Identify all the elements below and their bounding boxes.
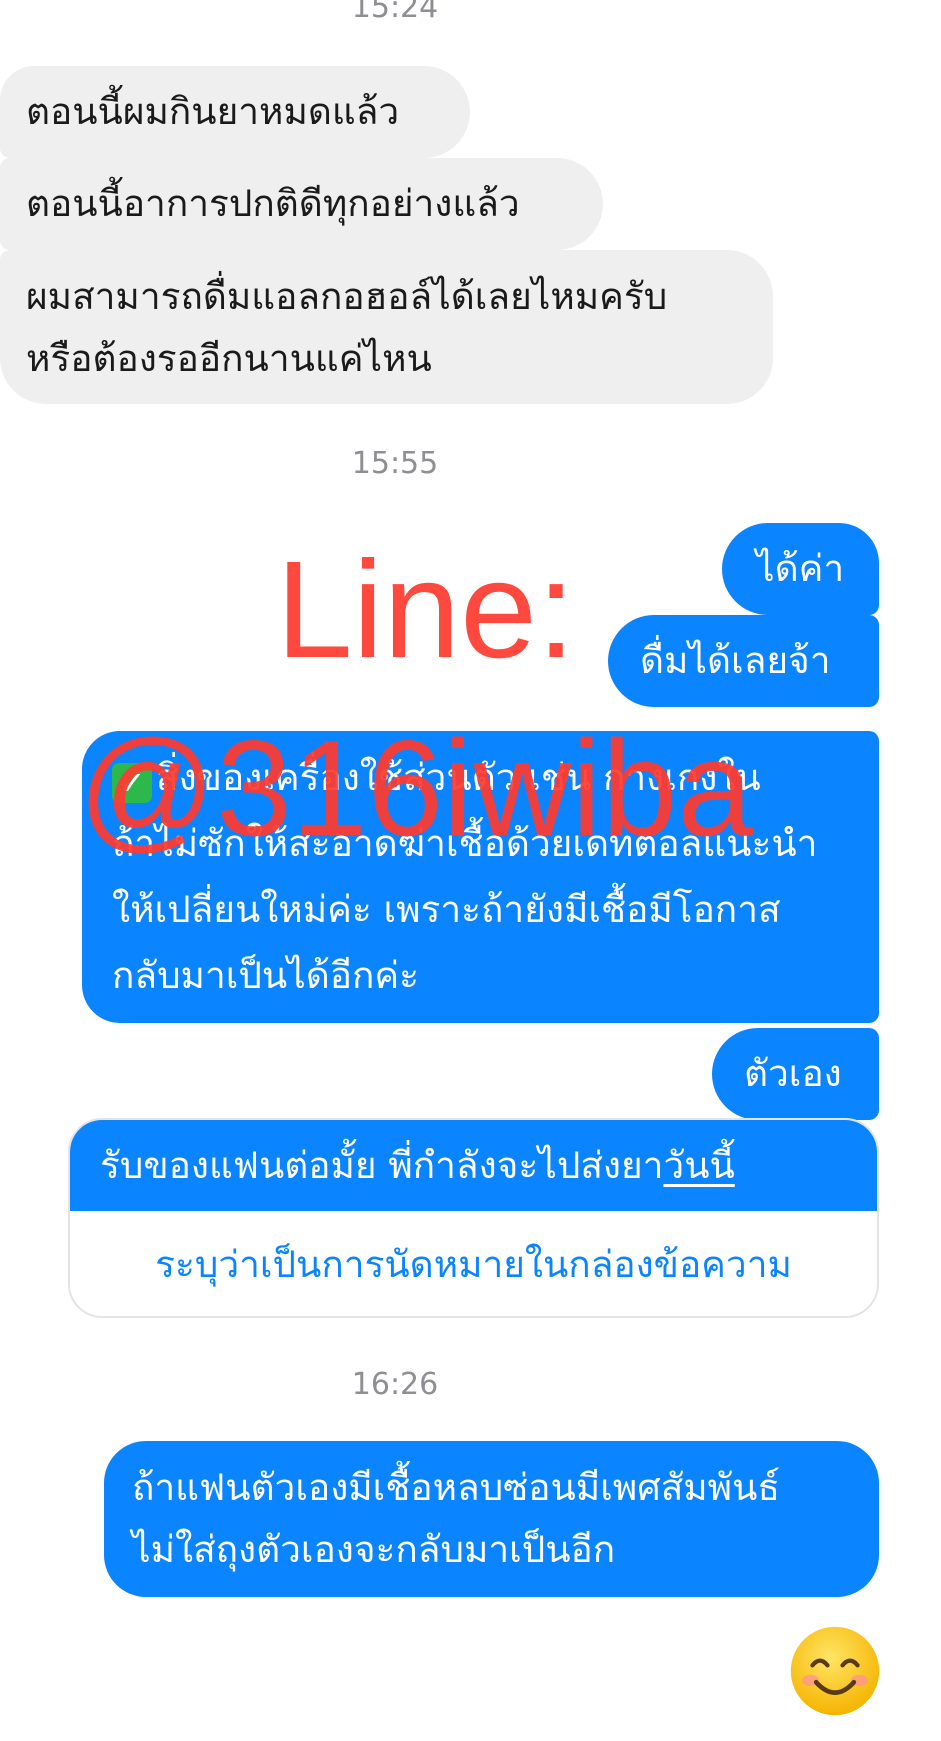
message-text: ตอนนี้ผมกินยาหมดแล้ว <box>26 90 400 133</box>
message-text: ดื่มได้เลยจ้า <box>640 639 831 682</box>
check-mark-icon: ✓ <box>112 763 152 803</box>
message-text: กลับมาเป็นได้อีกค่ะ <box>112 954 420 997</box>
message-text: ตัวเอง <box>744 1052 842 1095</box>
appointment-message-text: รับของแฟนต่อมั้ย พี่กำลังจะไปส่งยาวันนี้ <box>70 1120 877 1211</box>
outgoing-message[interactable]: ✓ สิ่งของเครื่องใช้ส่วนตัว เช่น กางเกงใน … <box>82 731 879 1023</box>
timestamp: 16:26 <box>351 1367 439 1402</box>
outgoing-message[interactable]: ดื่มได้เลยจ้า <box>608 615 879 707</box>
watermark-line-label: Line: <box>276 533 576 687</box>
smiling-face-emoji-icon[interactable] <box>788 1624 882 1718</box>
message-text: ได้ค่า <box>756 547 845 590</box>
outgoing-message[interactable]: ตัวเอง <box>712 1028 879 1120</box>
date-link[interactable]: วันนี้ <box>663 1144 734 1187</box>
mark-appointment-button[interactable]: ระบุว่าเป็นการนัดหมายในกล่องข้อความ <box>70 1211 877 1316</box>
timestamp: 15:55 <box>351 446 439 481</box>
outgoing-message[interactable]: ได้ค่า <box>722 523 879 615</box>
appointment-card: รับของแฟนต่อมั้ย พี่กำลังจะไปส่งยาวันนี้… <box>68 1118 879 1318</box>
message-text: ถ้าไม่ซักให้สะอาดฆ่าเชื้อด้วยเดทตอลแนะนำ <box>112 822 818 865</box>
message-text: ไม่ใส่ถุงตัวเองจะกลับมาเป็นอีก <box>132 1528 616 1571</box>
message-text: ให้เปลี่ยนใหม่ค่ะ เพราะถ้ายังมีเชื้อมีโอ… <box>112 888 781 931</box>
message-text: ถ้าแฟนตัวเองมีเชื้อหลบซ่อนมีเพศสัมพันธ์ <box>132 1466 780 1509</box>
message-text: ✓ สิ่งของเครื่องใช้ส่วนตัว เช่น กางเกงใน <box>112 745 879 811</box>
outgoing-message[interactable]: ถ้าแฟนตัวเองมีเชื้อหลบซ่อนมีเพศสัมพันธ์ … <box>104 1441 879 1597</box>
message-text: ตอนนี้อาการปกติดีทุกอย่างแล้ว <box>26 182 520 225</box>
message-text: หรือต้องรออีกนานแค่ไหน <box>26 337 432 380</box>
incoming-message[interactable]: ตอนนี้ผมกินยาหมดแล้ว <box>0 66 470 158</box>
incoming-message[interactable]: ตอนนี้อาการปกติดีทุกอย่างแล้ว <box>0 158 603 250</box>
incoming-message[interactable]: ผมสามารถดื่มแอลกอฮอล์ได้เลยไหมครับ หรือต… <box>0 250 773 404</box>
timestamp: 15:24 <box>351 0 439 25</box>
message-text: ผมสามารถดื่มแอลกอฮอล์ได้เลยไหมครับ <box>26 275 668 318</box>
